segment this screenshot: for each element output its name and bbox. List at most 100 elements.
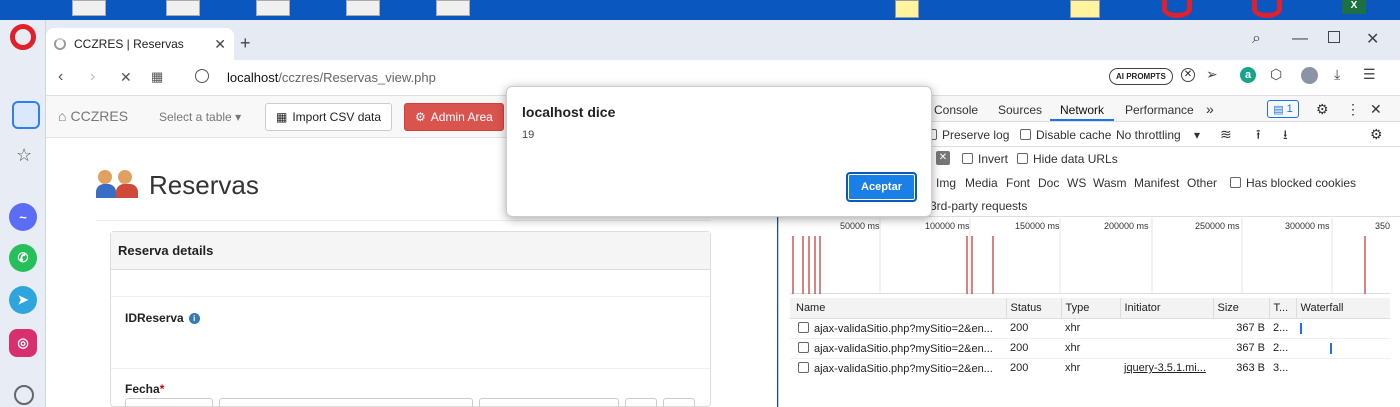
idreserva-label-text: IDReserva [125,311,184,325]
desktop-file-icon[interactable] [346,0,380,16]
filter-manifest[interactable]: Manifest [1134,176,1179,190]
network-settings-icon[interactable]: ⚙ [1370,126,1383,143]
filter-doc[interactable]: Doc [1038,176,1059,190]
settings-gear-icon[interactable]: ⚙ [1316,101,1329,118]
fecha-day-select[interactable] [125,398,213,407]
disable-cache-checkbox[interactable]: Disable cache [1020,128,1111,142]
profile-avatar-icon[interactable] [1301,67,1318,84]
request-initiator[interactable] [1120,338,1213,358]
ai-prompts-button[interactable]: AI PROMPTS [1109,68,1173,85]
clear-icon[interactable]: ✕ [1181,68,1195,82]
forward-button[interactable]: › [90,68,95,86]
devtools-tab-network[interactable]: Network [1060,103,1104,117]
col-name[interactable]: Name [790,298,1007,318]
desktop-excel-icon[interactable]: X [1342,0,1366,14]
col-status[interactable]: Status [1006,298,1062,318]
new-tab-button[interactable]: + [240,33,251,54]
desktop-opera-icon[interactable] [1162,0,1192,18]
col-size[interactable]: Size [1213,298,1270,318]
opera-logo-icon[interactable] [10,24,36,50]
issues-badge[interactable]: ▤ 1 [1267,100,1299,118]
blocked-cookies-checkbox[interactable]: Has blocked cookies [1230,176,1356,190]
star-icon[interactable]: ☆ [16,145,32,166]
instagram-icon[interactable]: ◎ [9,329,37,357]
tick-label: 300000 ms [1285,221,1330,231]
kebab-menu-icon[interactable]: ⋮ [1346,101,1360,118]
devtools-tab-sources[interactable]: Sources [998,103,1042,117]
tick-label: 100000 ms [925,221,970,231]
tab-active[interactable]: CCZRES | Reservas ✕ [46,28,234,60]
invert-checkbox[interactable]: Invert [962,152,1008,166]
third-party-checkbox[interactable]: 3rd-party requests [930,199,1027,213]
clear-filter-icon[interactable]: ✕ [936,151,950,165]
search-icon[interactable]: ⌕ [1252,30,1261,48]
table-row[interactable]: ajax-validaSitio.php?mySitio=2&en... 200… [790,338,1390,358]
send-icon[interactable]: ➢ [1206,66,1218,83]
fecha-year-select[interactable] [479,398,619,407]
stop-loading-button[interactable]: ✕ [120,69,132,86]
desktop-file-icon[interactable] [436,0,470,16]
hide-data-urls-checkbox[interactable]: Hide data URLs [1017,152,1118,166]
telegram-icon[interactable]: ➤ [9,286,37,314]
col-waterfall[interactable]: Waterfall [1296,298,1390,318]
brand-link[interactable]: ⌂ CCZRES [58,108,128,124]
desktop-note-icon[interactable] [1070,0,1100,18]
requests-table: Name Status Type Initiator Size T... Wat… [790,298,1390,378]
devtools-tab-performance[interactable]: Performance [1125,103,1194,117]
extensions-cube-icon[interactable]: ⬡ [1270,66,1282,83]
export-har-icon[interactable]: ⭳ [1283,126,1288,148]
maximize-button[interactable] [1328,31,1340,43]
network-conditions-icon[interactable]: ≋ [1220,126,1232,143]
desktop-opera-icon[interactable] [1252,0,1282,18]
back-button[interactable]: ‹ [58,68,63,86]
devtools-tab-console[interactable]: Console [934,103,978,117]
alert-dialog: localhost dice 19 Aceptar [506,86,932,217]
info-icon[interactable]: i [188,312,200,324]
table-row[interactable]: ajax-validaSitio.php?mySitio=2&en... 200… [790,358,1390,378]
request-initiator[interactable] [1120,318,1213,338]
col-time[interactable]: T... [1269,298,1297,318]
filter-ws[interactable]: WS [1067,176,1086,190]
url-field[interactable]: localhost/cczres/Reservas_view.php [227,70,436,85]
extension-a-icon[interactable]: a [1240,67,1256,83]
import-csv-button[interactable]: ▦ Import CSV data [265,103,393,131]
minimize-button[interactable]: — [1292,30,1308,48]
table-row[interactable]: ajax-validaSitio.php?mySitio=2&en... 200… [790,318,1390,338]
filter-wasm[interactable]: Wasm [1093,176,1127,190]
desktop-file-icon[interactable] [72,0,106,16]
home-icon[interactable] [12,101,40,129]
col-initiator[interactable]: Initiator [1120,298,1214,318]
desktop-note-icon[interactable] [895,0,919,18]
desktop-file-icon[interactable] [256,0,290,16]
messenger-icon[interactable]: ~ [9,203,37,231]
desktop-file-icon[interactable] [166,0,200,16]
close-devtools-icon[interactable]: ✕ [1370,101,1382,118]
fecha-today-button[interactable] [625,398,657,407]
tabs-grid-icon[interactable]: ▦ [151,69,163,85]
disable-cache-label: Disable cache [1036,128,1112,142]
easy-setup-icon[interactable]: ☰ [1363,66,1376,83]
dialog-ok-button[interactable]: Aceptar [846,172,917,202]
tick-label: 150000 ms [1015,221,1060,231]
fecha-month-select[interactable] [219,398,473,407]
whatsapp-icon[interactable]: ✆ [9,244,37,272]
preserve-log-checkbox[interactable]: Preserve log [926,128,1009,142]
player-icon[interactable] [14,385,34,405]
close-window-button[interactable]: ✕ [1366,29,1379,49]
request-status: 200 [1010,322,1029,334]
import-csv-label: Import CSV data [292,110,382,124]
close-tab-icon[interactable]: ✕ [214,36,226,53]
filter-img[interactable]: Img [936,176,956,190]
more-tabs-button[interactable]: » [1206,101,1214,117]
select-table-dropdown[interactable]: Select a table ▾ [159,110,241,124]
import-har-icon[interactable]: ⭱ [1256,126,1261,148]
download-icon[interactable]: ⤓ [1334,66,1340,83]
col-type[interactable]: Type [1061,298,1121,318]
filter-other[interactable]: Other [1187,176,1217,190]
admin-area-button[interactable]: ⚙ Admin Area [404,103,504,131]
throttling-select[interactable]: No throttling ▾ [1116,128,1200,142]
filter-media[interactable]: Media [965,176,998,190]
filter-font[interactable]: Font [1006,176,1030,190]
fecha-clear-button[interactable] [663,398,695,407]
request-initiator[interactable]: jquery-3.5.1.mi... [1120,358,1213,378]
